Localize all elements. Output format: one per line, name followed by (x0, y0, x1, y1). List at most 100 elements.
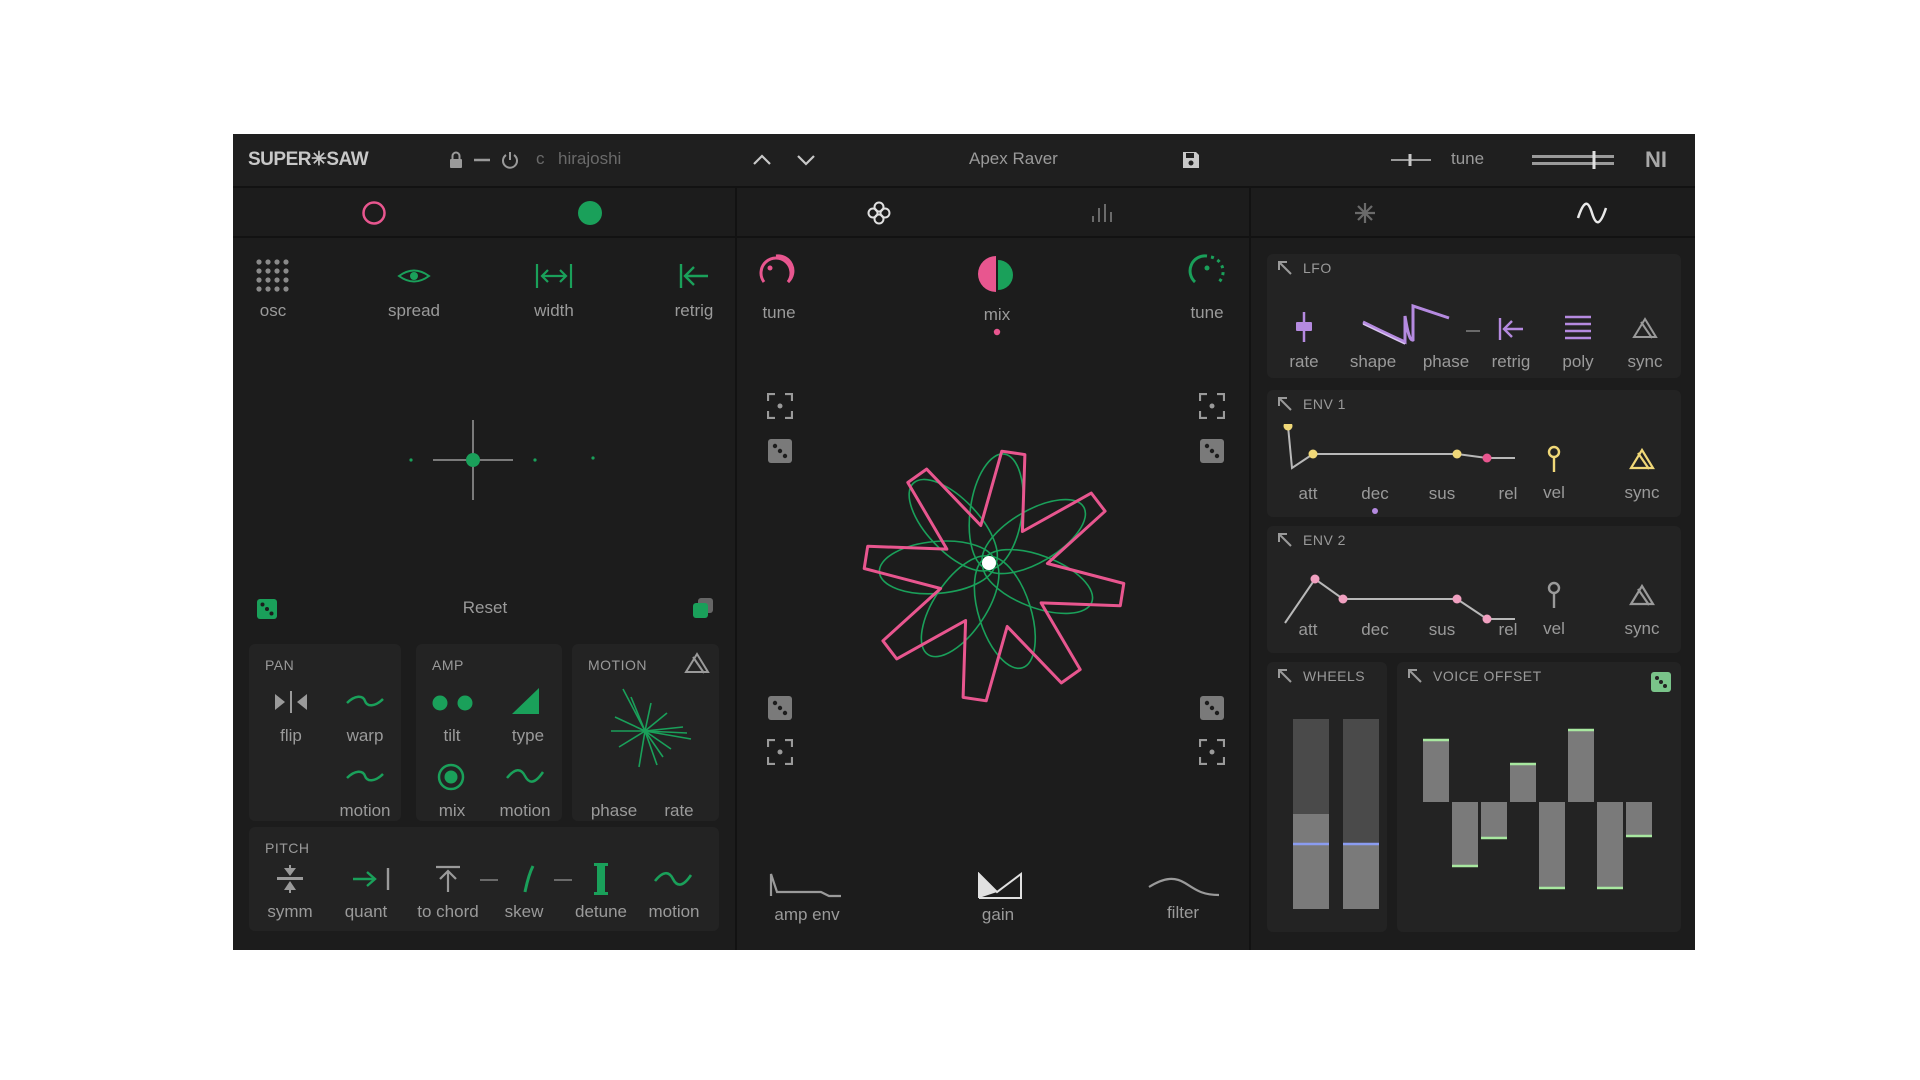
save-icon[interactable] (1181, 150, 1201, 170)
focus-bottom-right-icon[interactable] (1199, 739, 1225, 765)
symm-icon[interactable] (275, 864, 305, 894)
tune-right-label: tune (1190, 303, 1224, 322)
tab-modulation-wave-icon[interactable] (1576, 202, 1608, 224)
dice-bottom-right-icon[interactable] (1200, 696, 1224, 720)
retrig-icon[interactable] (677, 261, 711, 291)
mix-label: mix (983, 305, 1011, 324)
voice-offset-title: VOICE OFFSET (1433, 668, 1542, 684)
flip-icon[interactable] (273, 689, 309, 715)
osc-a-ring-icon[interactable] (361, 200, 387, 226)
top-bar: SUPER✳SAW c hirajoshi Apex Raver tune NI (233, 134, 1695, 188)
tune-slider[interactable] (1390, 150, 1432, 170)
env2-vel-label: vel (1543, 619, 1565, 638)
voice-offset-bars[interactable] (1423, 724, 1659, 908)
tab-spectrum-icon[interactable] (1090, 202, 1114, 224)
tab-fx-asterisk-icon[interactable] (1353, 201, 1377, 225)
type-label: type (511, 726, 545, 745)
quant-label: quant (344, 902, 388, 921)
wheels-expand-icon[interactable] (1277, 668, 1293, 684)
reset-button[interactable]: Reset (440, 598, 530, 618)
env2-vel-icon[interactable] (1546, 581, 1562, 609)
pitch-motion-wave-icon[interactable] (653, 869, 693, 889)
lfo-expand-icon[interactable] (1277, 260, 1293, 276)
env2-curve-graph[interactable] (1283, 559, 1525, 629)
lfo-sync-icon[interactable] (1632, 316, 1658, 340)
supersaw-plugin-window: SUPER✳SAW c hirajoshi Apex Raver tune NI… (233, 134, 1695, 950)
dice-top-left-icon[interactable] (768, 439, 792, 463)
filter-curve-icon[interactable] (1147, 875, 1221, 897)
stereo-crosshair-display[interactable] (403, 419, 603, 501)
osc-grid-icon[interactable] (256, 259, 290, 293)
lfo-shape-icon[interactable] (1361, 302, 1453, 346)
width-label: width (534, 301, 574, 320)
scale-root[interactable]: c (536, 149, 545, 169)
tune-left-knob-icon[interactable] (756, 252, 796, 292)
retrig-label: retrig (674, 301, 714, 320)
copy-icon[interactable] (691, 596, 715, 620)
env2-expand-icon[interactable] (1277, 532, 1293, 548)
chevron-down-icon[interactable] (795, 149, 817, 171)
mix-indicator-dot (993, 328, 1001, 336)
env1-vel-icon[interactable] (1546, 445, 1562, 473)
minus-icon[interactable] (473, 152, 491, 168)
motion-sync-icon[interactable] (684, 651, 710, 675)
warp-wave-icon[interactable] (345, 691, 385, 711)
lfo-dash-icon (1466, 330, 1480, 332)
to-chord-icon[interactable] (433, 864, 463, 894)
wheels-title: WHEELS (1303, 668, 1366, 684)
mix-knob-icon[interactable] (975, 254, 1017, 294)
focus-bottom-left-icon[interactable] (767, 739, 793, 765)
gain-label: gain (981, 905, 1015, 924)
brand-logo: NI (1645, 147, 1667, 172)
spread-eye-icon[interactable] (397, 264, 431, 288)
env1-vel-label: vel (1543, 483, 1565, 502)
filter-label: filter (1166, 903, 1200, 922)
lock-icon[interactable] (448, 151, 464, 169)
voice-visualizer[interactable] (854, 436, 1134, 716)
env2-title: ENV 2 (1303, 532, 1346, 548)
master-volume-slider[interactable] (1531, 148, 1615, 172)
detune-bar-icon[interactable] (594, 862, 608, 896)
gain-icon[interactable] (977, 872, 1023, 900)
voice-offset-expand-icon[interactable] (1407, 668, 1423, 684)
motion-rate-label: rate (664, 801, 694, 820)
focus-top-left-icon[interactable] (767, 393, 793, 419)
quant-icon[interactable] (351, 865, 395, 893)
tab-mixer-clover-icon[interactable] (866, 200, 892, 226)
focus-top-right-icon[interactable] (1199, 393, 1225, 419)
amp-motion-wave-icon[interactable] (505, 766, 545, 786)
dice-top-right-icon[interactable] (1200, 439, 1224, 463)
env1-sync-label: sync (1624, 483, 1660, 502)
motion-burst-icon[interactable] (609, 687, 693, 775)
pitch-title: PITCH (265, 840, 310, 856)
voice-offset-dice-icon[interactable] (1651, 672, 1671, 692)
power-icon[interactable] (500, 150, 520, 170)
width-arrows-icon[interactable] (534, 261, 574, 291)
env1-title: ENV 1 (1303, 396, 1346, 412)
skew-dash-icon (554, 879, 572, 881)
tab-row (233, 188, 1695, 238)
skew-icon[interactable] (519, 864, 539, 894)
randomize-dice-icon[interactable] (256, 598, 278, 620)
preset-name[interactable]: Apex Raver (969, 149, 1058, 169)
amp-env-icon[interactable] (769, 870, 843, 898)
lfo-poly-icon[interactable] (1564, 314, 1592, 342)
env1-dec-mod-dot (1372, 508, 1378, 514)
env1-sync-icon[interactable] (1629, 447, 1655, 471)
chevron-up-icon[interactable] (751, 149, 773, 171)
lfo-rate-slider-icon[interactable] (1295, 310, 1313, 344)
env2-sync-icon[interactable] (1629, 583, 1655, 607)
lfo-retrig-icon[interactable] (1497, 316, 1525, 342)
pan-motion-wave-icon[interactable] (345, 766, 385, 786)
tune-right-knob-icon[interactable] (1187, 252, 1227, 292)
dice-bottom-left-icon[interactable] (768, 696, 792, 720)
scale-name[interactable]: hirajoshi (558, 149, 621, 169)
amp-mix-knob-icon[interactable] (437, 763, 465, 791)
type-triangle-icon[interactable] (511, 687, 541, 715)
mod-wheel[interactable] (1343, 719, 1379, 909)
osc-b-dot-icon[interactable] (577, 200, 603, 226)
pitch-motion-label: motion (648, 902, 700, 921)
tilt-dots-icon[interactable] (430, 693, 476, 713)
env1-expand-icon[interactable] (1277, 396, 1293, 412)
pitch-wheel[interactable] (1293, 719, 1329, 909)
